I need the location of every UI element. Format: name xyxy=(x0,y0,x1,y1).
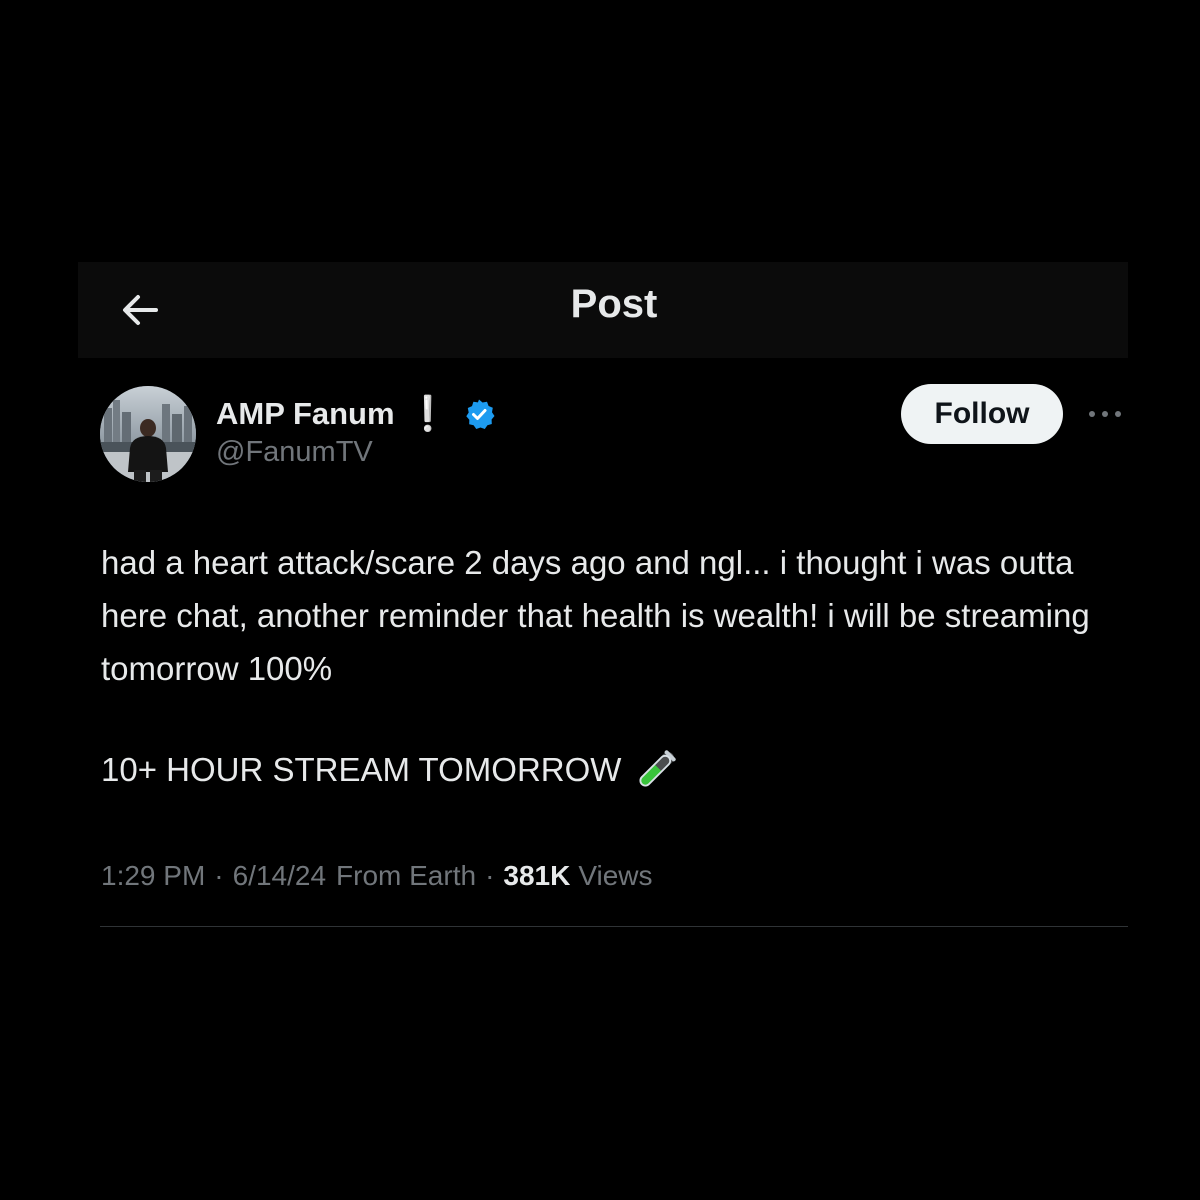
tweet-text: had a heart attack/scare 2 days ago and … xyxy=(101,536,1131,695)
page-title: Post xyxy=(570,282,658,326)
exclamation-emoji: ❕ xyxy=(406,395,449,433)
avatar[interactable] xyxy=(100,386,196,482)
author-handle[interactable]: @FanumTV xyxy=(216,436,373,469)
tweet-location: From Earth xyxy=(336,860,477,891)
tweet-time[interactable]: 1:29 PM xyxy=(101,860,205,892)
views-count[interactable]: 381K xyxy=(503,860,570,892)
meta-separator: · xyxy=(485,860,495,891)
views-label: Views xyxy=(578,860,653,891)
test-tube-icon xyxy=(639,749,677,787)
tweet-paragraph-2: 10+ HOUR STREAM TOMORROW xyxy=(101,751,622,788)
more-horizontal-icon[interactable] xyxy=(1084,398,1128,430)
tweet-meta: 1:29 PM · 6/14/24 From Earth · 381K View… xyxy=(101,860,653,892)
meta-separator: · xyxy=(214,860,224,891)
verified-badge-icon xyxy=(466,399,495,429)
tweet-line-2: 10+ HOUR STREAM TOMORROW xyxy=(101,743,679,796)
author-name-row: AMP Fanum ❕ xyxy=(216,392,495,436)
top-bar: Post xyxy=(78,262,1128,358)
tweet-paragraph: had a heart attack/scare 2 days ago and … xyxy=(101,544,1090,687)
follow-button[interactable]: Follow xyxy=(901,384,1063,444)
display-name[interactable]: AMP Fanum xyxy=(216,396,395,432)
tweet-date[interactable]: 6/14/24 xyxy=(233,860,326,892)
divider xyxy=(100,926,1128,927)
profile-photo xyxy=(100,386,196,482)
